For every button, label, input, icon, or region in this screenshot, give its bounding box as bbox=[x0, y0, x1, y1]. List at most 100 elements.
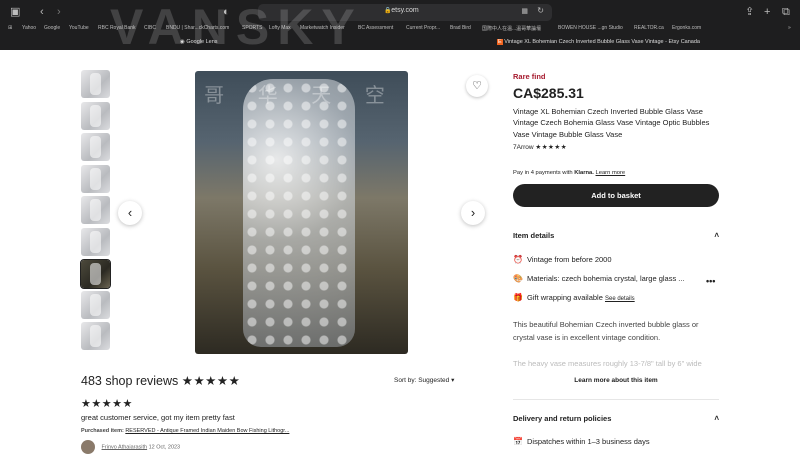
item-details-heading: Item details bbox=[513, 231, 555, 240]
sort-label: Sort by: Suggested bbox=[394, 377, 450, 384]
bookmark-item[interactable]: Marketwatch Insider bbox=[300, 25, 345, 31]
favorite-heart-button[interactable]: ♡ bbox=[466, 75, 488, 97]
tab-google-lens[interactable]: ◉ Google Lens bbox=[180, 39, 218, 45]
browser-chrome: ▣ ‹ › ◐ 🔒 etsy.com ▦ ↻ ⇪ + ⧉ ⊞ Yahoo Goo… bbox=[0, 0, 800, 55]
address-url[interactable]: etsy.com bbox=[258, 7, 552, 14]
alarm-clock-icon: ⏰ bbox=[513, 255, 523, 264]
delivery-header[interactable]: Delivery and return policies ˄ bbox=[513, 414, 719, 423]
bookmark-item[interactable]: Current Propr... bbox=[406, 25, 440, 31]
back-icon[interactable]: ‹ bbox=[40, 5, 44, 19]
detail-dispatch: 📅 Dispatches within 1–3 business days bbox=[513, 437, 650, 446]
thumbnail-selected[interactable] bbox=[80, 259, 111, 289]
add-to-basket-button[interactable]: Add to basket bbox=[513, 184, 719, 207]
bookmark-item[interactable]: YouTube bbox=[69, 25, 89, 31]
tab-overview-icon[interactable]: ⧉ bbox=[782, 5, 790, 19]
learn-more-link[interactable]: Learn more bbox=[596, 170, 626, 176]
heart-icon: ♡ bbox=[472, 80, 482, 92]
shop-rating-stars: ★★★★★ bbox=[535, 144, 568, 151]
see-details-link[interactable]: See details bbox=[605, 296, 635, 302]
detail-gift: 🎁 Gift wrapping available See details bbox=[513, 293, 635, 302]
thumbnail[interactable] bbox=[81, 133, 110, 161]
thumbnail[interactable] bbox=[81, 228, 110, 256]
bookmark-item[interactable]: Lofty Max bbox=[269, 25, 291, 31]
thumbnail[interactable] bbox=[81, 102, 110, 130]
thumbnail[interactable] bbox=[81, 196, 110, 224]
shield-icon[interactable]: ◐ bbox=[223, 5, 230, 19]
rare-find-badge: Rare find bbox=[513, 72, 546, 81]
bookmark-item[interactable]: RBC Royal Bank bbox=[98, 25, 136, 31]
section-divider bbox=[513, 399, 719, 400]
thumbnail[interactable] bbox=[81, 291, 110, 319]
extension-icon[interactable]: ▦ bbox=[521, 7, 528, 15]
sort-dropdown[interactable]: Sort by: Suggested ▾ bbox=[394, 376, 454, 384]
chevron-up-icon: ˄ bbox=[714, 414, 719, 423]
thumbnail[interactable] bbox=[81, 165, 110, 193]
bookmarks-bar: ⊞ Yahoo Google YouTube RBC Royal Bank CI… bbox=[0, 23, 800, 35]
gift-box-icon: 🎁 bbox=[513, 293, 523, 302]
purchased-item: Purchased item: RESERVED - Antique Frame… bbox=[81, 428, 289, 434]
bookmark-item[interactable]: Google bbox=[44, 25, 60, 31]
listing-title: Vintage XL Bohemian Czech Inverted Bubbl… bbox=[513, 107, 710, 139]
learn-more-item-button[interactable]: Learn more about this item bbox=[513, 377, 719, 384]
listing-price: CA$285.31 bbox=[513, 85, 584, 101]
bookmark-item[interactable]: Ergonks.com bbox=[672, 25, 701, 31]
thumbnail[interactable] bbox=[81, 322, 110, 350]
tab-bar: ◉ Google Lens E Vintage XL Bohemian Czec… bbox=[0, 36, 800, 50]
bookmark-item[interactable]: BOWEN HOUSE ...gn Studio bbox=[558, 25, 623, 31]
delivery-heading: Delivery and return policies bbox=[513, 414, 612, 423]
bookmark-item[interactable]: SPORTS bbox=[242, 25, 262, 31]
detail-vintage: ⏰ Vintage from before 2000 bbox=[513, 255, 612, 264]
detail-materials-text: Materials: czech bohemia crystal, large … bbox=[527, 274, 685, 283]
bookmarks-grid-icon[interactable]: ⊞ bbox=[8, 25, 12, 31]
share-icon[interactable]: ⇪ bbox=[745, 5, 754, 19]
browser-toolbar: ▣ ‹ › ◐ 🔒 etsy.com ▦ ↻ ⇪ + ⧉ bbox=[0, 0, 800, 24]
reviews-rating-stars: ★★★★★ bbox=[181, 374, 241, 388]
reviews-count: 483 shop reviews bbox=[81, 374, 179, 388]
detail-dispatch-text: Dispatches within 1–3 business days bbox=[527, 437, 650, 446]
chevron-left-icon: ‹ bbox=[127, 205, 133, 220]
bookmark-item[interactable]: 国際中人在温...溫哥華論壇 bbox=[482, 25, 541, 32]
bookmark-item[interactable]: BC Assessment bbox=[358, 25, 393, 31]
reload-icon[interactable]: ↻ bbox=[537, 6, 544, 15]
shop-name[interactable]: 7Arrow bbox=[513, 144, 534, 151]
reviewer-avatar bbox=[81, 440, 95, 454]
new-tab-icon[interactable]: + bbox=[764, 5, 770, 19]
forward-icon[interactable]: › bbox=[57, 5, 61, 19]
vase-photo bbox=[243, 79, 355, 347]
tab-etsy-listing[interactable]: E Vintage XL Bohemian Czech Inverted Bub… bbox=[497, 39, 700, 45]
detail-vintage-text: Vintage from before 2000 bbox=[527, 255, 612, 264]
tab-label: Vintage XL Bohemian Czech Inverted Bubbl… bbox=[504, 39, 700, 45]
address-bar[interactable]: 🔒 etsy.com ▦ ↻ bbox=[258, 4, 552, 21]
item-description-faded: The heavy vase measures roughly 13-7/8" … bbox=[513, 359, 702, 368]
bookmark-item[interactable]: REALTOR.ca bbox=[634, 25, 664, 31]
thumbnail[interactable] bbox=[81, 70, 110, 98]
klarna-brand: Klarna. bbox=[574, 170, 594, 176]
purchased-item-link[interactable]: RESERVED - Antique Framed Indian Maiden … bbox=[125, 428, 289, 434]
chevron-up-icon: ˄ bbox=[714, 231, 719, 240]
palette-icon: 🎨 bbox=[513, 274, 523, 283]
image-watermark: 哥 华 天 空 bbox=[204, 85, 399, 107]
bookmark-item[interactable]: Yahoo bbox=[22, 25, 36, 31]
review-stars: ★★★★★ bbox=[81, 398, 133, 410]
detail-materials: 🎨 Materials: czech bohemia crystal, large… bbox=[513, 274, 685, 283]
bookmark-item[interactable]: CIBC bbox=[144, 25, 156, 31]
product-main-image[interactable]: 哥 华 天 空 bbox=[195, 71, 408, 354]
next-image-button[interactable]: › bbox=[461, 201, 485, 225]
item-details-header[interactable]: Item details ˄ bbox=[513, 231, 719, 240]
previous-image-button[interactable]: ‹ bbox=[118, 201, 142, 225]
review-text: great customer service, got my item pret… bbox=[81, 413, 235, 422]
google-lens-icon: ◉ bbox=[180, 39, 185, 45]
bookmark-item[interactable]: Brad Bird bbox=[450, 25, 471, 31]
detail-gift-text: Gift wrapping available bbox=[527, 293, 603, 302]
more-bookmarks-icon[interactable]: » bbox=[788, 25, 791, 31]
caret-down-icon: ▾ bbox=[451, 377, 455, 384]
purchased-label: Purchased item: bbox=[81, 428, 124, 434]
reviewer-info: Frinvo Athaiarasith 12 Oct, 2023 bbox=[81, 440, 180, 454]
shop-info[interactable]: 7Arrow ★★★★★ bbox=[513, 143, 567, 151]
payment-text: Pay in 4 payments with bbox=[513, 170, 573, 176]
sidebar-toggle-icon[interactable]: ▣ bbox=[10, 5, 20, 19]
tab-label: Google Lens bbox=[186, 39, 218, 45]
shop-reviews-heading: 483 shop reviews ★★★★★ bbox=[81, 373, 240, 388]
bookmark-item[interactable]: BNDU | Shar...ckCharts.com bbox=[166, 25, 229, 31]
more-materials-button[interactable]: ••• bbox=[706, 276, 715, 286]
